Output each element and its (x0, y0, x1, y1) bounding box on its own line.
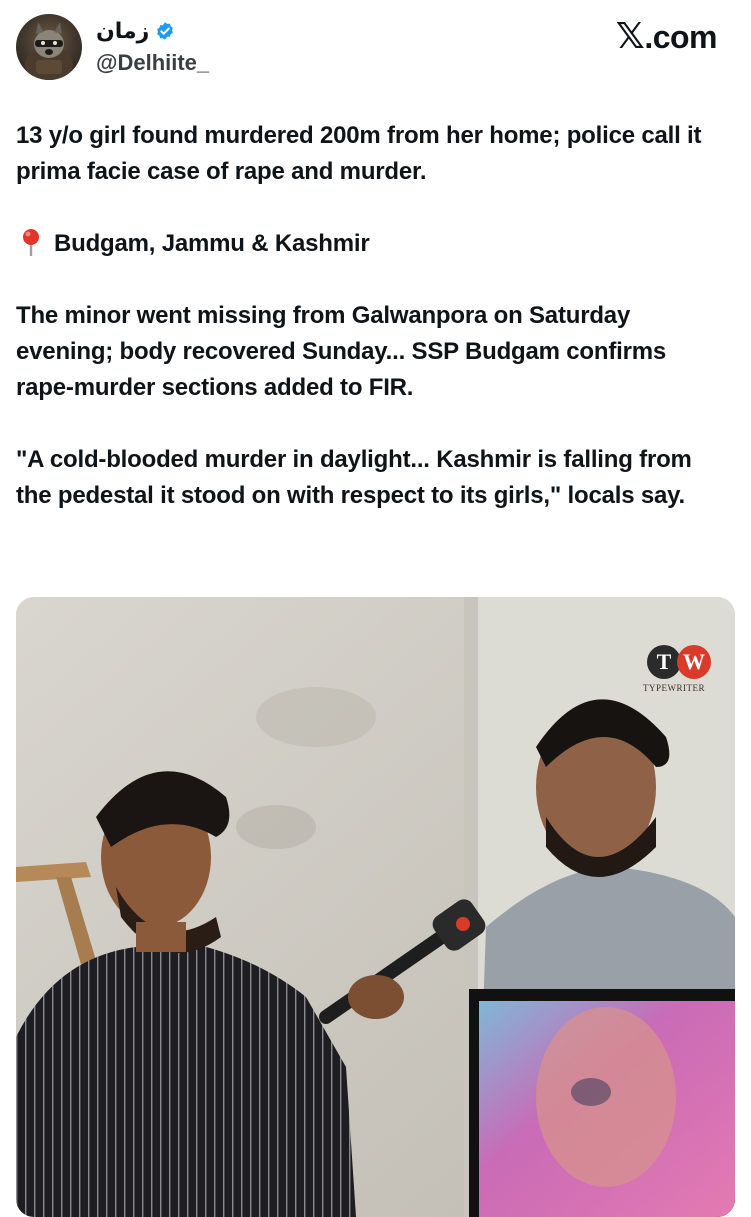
tweet-location: Budgam, Jammu & Kashmir (54, 230, 370, 257)
author-avatar[interactable] (16, 14, 82, 80)
typewriter-watermark: T W (647, 645, 711, 679)
raccoon-avatar-icon (25, 22, 73, 80)
x-logo-icon: 𝕏 (615, 16, 645, 57)
author-handle[interactable]: @Delhiite_ (96, 50, 209, 76)
tweet-location-line: Budgam, Jammu & Kashmir (16, 226, 726, 262)
tweet-paragraph: The minor went missing from Galwanpora o… (16, 302, 667, 401)
verified-badge-icon (157, 22, 174, 40)
tweet-media-image[interactable]: T W TYPEWRITER (16, 597, 735, 1217)
x-logo-text: .com (644, 19, 717, 55)
tweet-paragraph: 13 y/o girl found murdered 200m from her… (16, 122, 702, 185)
x-com-logo: 𝕏 .com (615, 16, 718, 57)
watermark-t: T (647, 645, 681, 679)
author-display-name[interactable]: زمان (96, 18, 149, 44)
tweet-header: زمان @Delhiite_ 𝕏 .com (0, 0, 751, 100)
tweet-body: 13 y/o girl found murdered 200m from her… (16, 118, 726, 550)
tweet-paragraph: "A cold-blooded murder in daylight... Ka… (16, 446, 692, 509)
watermark-w: W (677, 645, 711, 679)
pin-icon (23, 229, 39, 256)
watermark-caption: TYPEWRITER (643, 683, 705, 693)
interview-photo (16, 597, 735, 1217)
